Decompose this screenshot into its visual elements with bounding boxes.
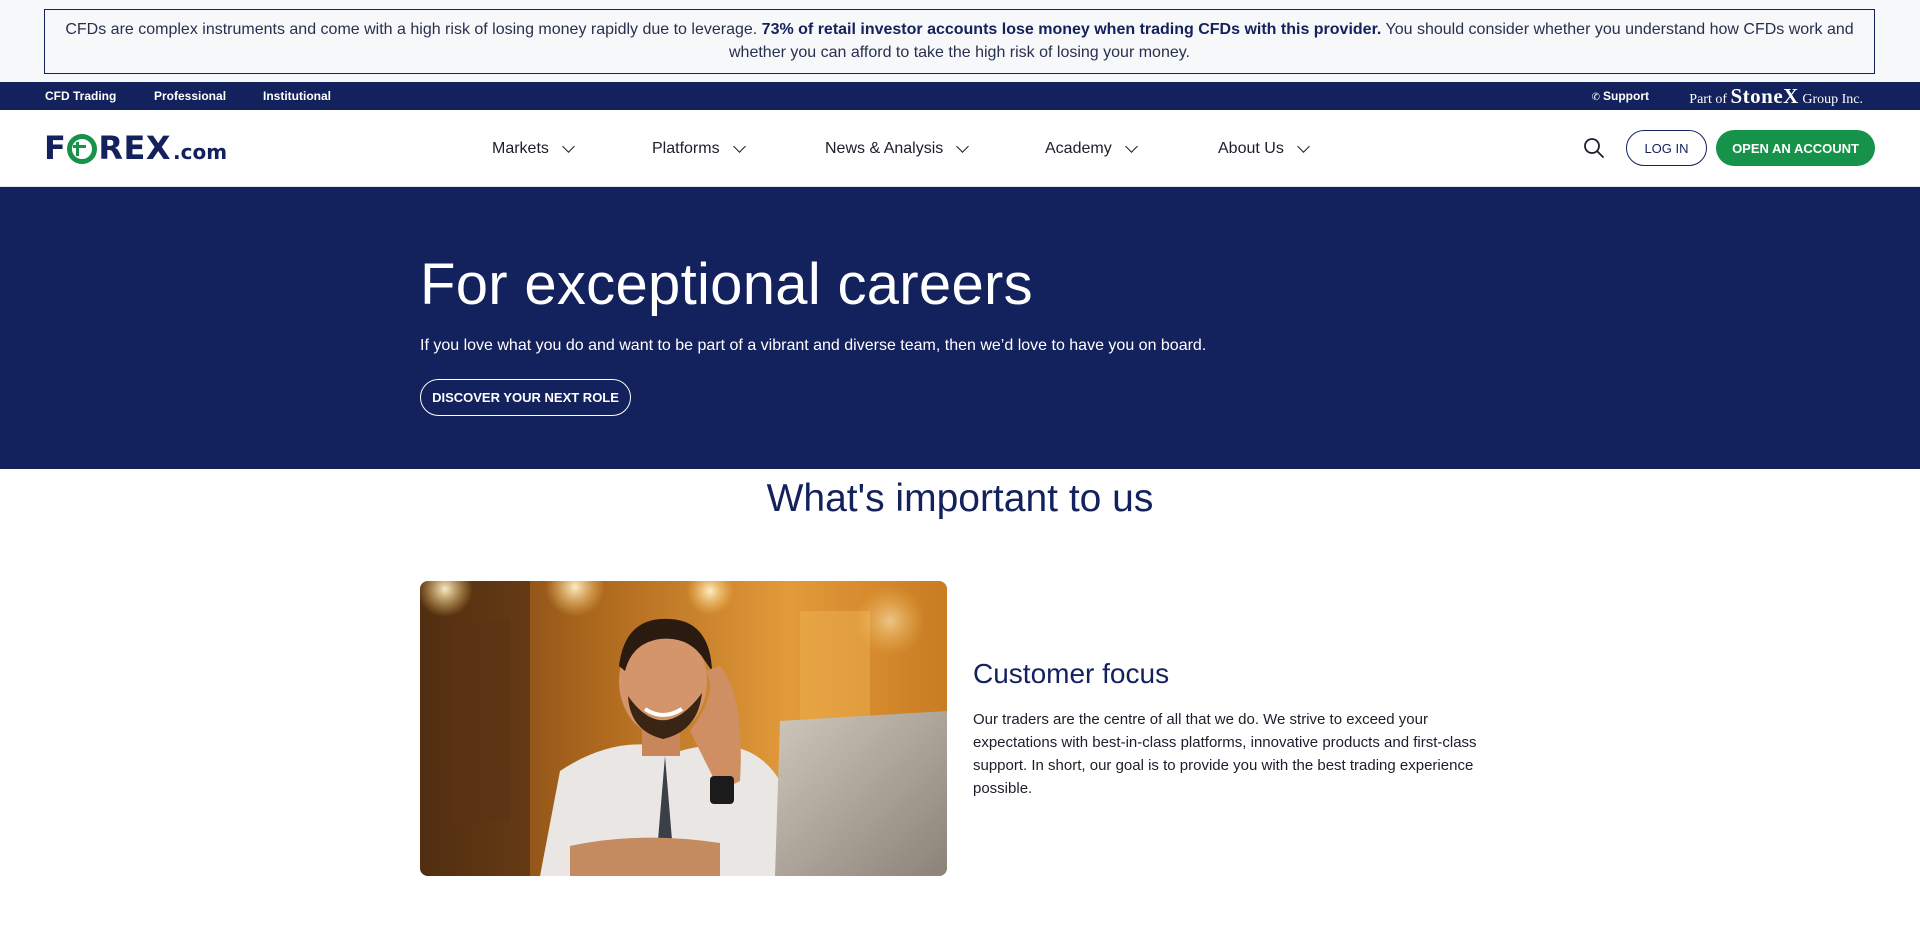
section-title: What's important to us (766, 477, 1154, 520)
stonex-suffix: Group Inc. (1802, 92, 1863, 107)
discover-role-button[interactable]: DISCOVER YOUR NEXT ROLE (420, 379, 631, 416)
forex-logo[interactable]: F REX .com (44, 129, 227, 169)
nav-platforms-label: Platforms (652, 139, 720, 157)
utility-bar: CFD Trading Professional Institutional ✆… (0, 82, 1920, 110)
support-link[interactable]: ✆ Support (1592, 82, 1649, 110)
stonex-brand: StoneX (1730, 84, 1799, 108)
card-title: Customer focus (973, 658, 1170, 689)
open-account-button[interactable]: OPEN AN ACCOUNT (1716, 130, 1875, 166)
nav-news-analysis-label: News & Analysis (825, 139, 944, 157)
risk-text-before: CFDs are complex instruments and come wi… (65, 21, 762, 38)
nav-markets[interactable]: Markets (492, 110, 575, 187)
nav-news-analysis[interactable]: News & Analysis (825, 110, 970, 187)
login-button[interactable]: LOG IN (1626, 130, 1707, 166)
stonex-group-logo[interactable]: Part of StoneX Group Inc. (1689, 82, 1863, 110)
nav-academy[interactable]: Academy (1045, 110, 1138, 187)
stonex-prefix: Part of (1689, 92, 1727, 107)
customer-focus-photo (420, 581, 947, 876)
logo-wordmark: F REX (44, 129, 171, 167)
logo-letters-rex: REX (98, 129, 172, 167)
main-navigation: F REX .com Markets Platforms News & Anal… (0, 110, 1920, 187)
nav-markets-label: Markets (492, 139, 549, 157)
hero-subtitle: If you love what you do and want to be p… (420, 337, 1207, 354)
card-text: Our traders are the centre of all that w… (973, 711, 1477, 797)
nav-academy-label: Academy (1045, 139, 1112, 157)
smiling-man-on-phone-image (420, 581, 947, 876)
logo-o-icon (67, 134, 98, 164)
logo-dotcom: .com (173, 140, 228, 164)
risk-text-bold: 73% of retail investor accounts lose mon… (761, 21, 1382, 38)
chevron-down-icon (1124, 139, 1138, 153)
nav-about-us[interactable]: About Us (1218, 110, 1310, 187)
risk-warning: CFDs are complex instruments and come wi… (44, 9, 1875, 74)
nav-about-us-label: About Us (1218, 139, 1284, 157)
chevron-down-icon (1296, 139, 1310, 153)
phone-icon: ✆ (1591, 92, 1600, 103)
search-icon[interactable] (1583, 137, 1605, 159)
support-label: Support (1603, 89, 1649, 103)
utility-link-cfd-trading[interactable]: CFD Trading (45, 82, 116, 110)
nav-platforms[interactable]: Platforms (652, 110, 746, 187)
logo-letter-f: F (44, 129, 67, 167)
utility-link-institutional[interactable]: Institutional (263, 82, 331, 110)
chevron-down-icon (732, 139, 746, 153)
risk-warning-bar: CFDs are complex instruments and come wi… (0, 0, 1920, 82)
hero-banner: For exceptional careers If you love what… (0, 187, 1920, 469)
chevron-down-icon (956, 139, 970, 153)
utility-link-professional[interactable]: Professional (154, 82, 226, 110)
hero-title: For exceptional careers (420, 252, 1033, 317)
chevron-down-icon (562, 139, 575, 153)
